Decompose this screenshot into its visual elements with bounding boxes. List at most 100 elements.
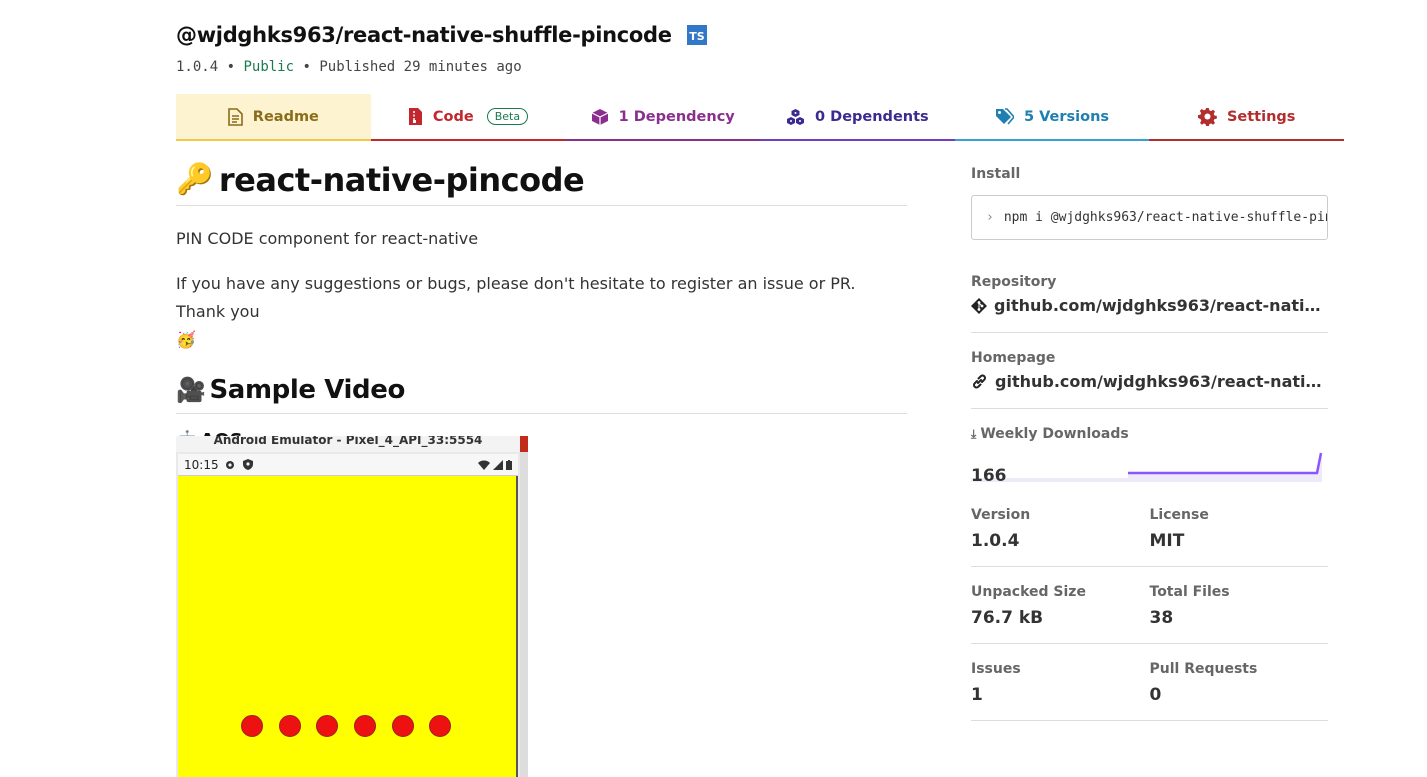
emulator-side-strip: [520, 452, 528, 777]
homepage-link[interactable]: github.com/wjdghks963/react-native-pinco…: [971, 372, 1328, 391]
readme-icon: [227, 107, 243, 126]
gear-icon: [1197, 107, 1217, 126]
link-icon: [973, 374, 986, 389]
readme-title: 🔑 react-native-pincode: [176, 156, 907, 206]
version-value: 1.0.4: [971, 531, 1020, 551]
unpacked-size-label: Unpacked Size: [971, 584, 1086, 600]
shield-icon: [242, 459, 253, 470]
homepage-url: github.com/wjdghks963/react-native-pinco…: [995, 372, 1328, 391]
license-value: MIT: [1149, 531, 1185, 551]
status-right-icons: [478, 459, 512, 470]
meta-separator: •: [302, 59, 311, 75]
issues-label: Issues: [971, 661, 1021, 677]
pin-dot: [429, 715, 451, 737]
tab-readme[interactable]: Readme: [176, 94, 371, 141]
boxes-icon: [787, 108, 805, 125]
tab-dependents[interactable]: 0 Dependents: [760, 94, 955, 141]
total-files-cell: Total Files 38: [1150, 584, 1329, 628]
emulator-close-strip: [520, 436, 528, 452]
tab-label: Settings: [1226, 108, 1296, 125]
emulator-status-bar: 10:15: [178, 454, 518, 476]
install-command: npm i @wjdghks963/react-native-shuffle-p…: [1003, 210, 1328, 225]
package-version: 1.0.4: [176, 59, 219, 75]
typescript-badge-icon: TS: [686, 25, 707, 45]
repository-url: github.com/wjdghks963/react-native-pinco…: [994, 296, 1328, 315]
pin-dot: [392, 715, 414, 737]
package-meta: 1.0.4 • Public • Published 29 minutes ag…: [176, 59, 1344, 75]
pull-requests-cell: Pull Requests 0: [1150, 661, 1329, 705]
tab-label: 1 Dependency: [618, 108, 735, 125]
tab-dependencies[interactable]: 1 Dependency: [565, 94, 761, 141]
package-header: @wjdghks963/react-native-shuffle-pincode…: [176, 18, 1344, 75]
tab-label: Code: [432, 108, 474, 125]
size-files-row: Unpacked Size 76.7 kB Total Files 38: [971, 567, 1328, 644]
downloads-chart-row: 166: [971, 442, 1328, 492]
license-label: License: [1149, 507, 1209, 523]
settings-gear-icon: [225, 460, 234, 469]
code-file-icon: [408, 108, 422, 125]
git-icon: [971, 297, 987, 314]
prompt-chevron-icon: ›: [986, 210, 994, 225]
tab-code[interactable]: Code Beta: [370, 94, 566, 141]
license-cell: License MIT: [1150, 507, 1329, 551]
unpacked-size-cell: Unpacked Size 76.7 kB: [971, 584, 1150, 628]
tab-versions[interactable]: 5 Versions: [954, 94, 1150, 141]
total-files-label: Total Files: [1149, 584, 1230, 600]
install-label: Install: [971, 166, 1021, 182]
key-icon: 🔑: [176, 162, 213, 197]
readme-help-text: If you have any suggestions or bugs, ple…: [176, 270, 907, 354]
emulator-title-bar: Android Emulator - Pixel_4_API_33:5554: [176, 436, 520, 452]
install-command-box[interactable]: › npm i @wjdghks963/react-native-shuffle…: [971, 195, 1328, 240]
repository-link[interactable]: github.com/wjdghks963/react-native-pinco…: [971, 296, 1328, 315]
pull-requests-value[interactable]: 0: [1150, 685, 1329, 705]
weekly-downloads-label-text: Weekly Downloads: [980, 426, 1129, 442]
repository-section: Repository github.com/wjdghks963/react-n…: [971, 274, 1328, 333]
video-camera-icon: 🎥: [176, 375, 206, 404]
downloads-sparkline: [971, 452, 1323, 482]
tags-icon: [995, 108, 1014, 125]
sample-video-heading-text: Sample Video: [209, 374, 405, 405]
pin-dot: [316, 715, 338, 737]
meta-separator: •: [226, 59, 236, 75]
status-time: 10:15: [184, 457, 219, 472]
issues-value[interactable]: 1: [971, 685, 1150, 705]
help-text: If you have any suggestions or bugs, ple…: [176, 274, 856, 321]
downloads-section: ⤓ Weekly Downloads 166: [971, 409, 1328, 492]
install-section: Install › npm i @wjdghks963/react-native…: [971, 166, 1328, 240]
weekly-downloads-value: 166: [971, 466, 1007, 486]
tab-label: 5 Versions: [1023, 108, 1110, 125]
signal-icon: [493, 459, 503, 470]
version-license-row: Version 1.0.4 License MIT: [971, 507, 1328, 567]
emulator-screen: [178, 476, 518, 777]
homepage-section: Homepage github.com/wjdghks963/react-nat…: [971, 333, 1328, 409]
pin-dot: [354, 715, 376, 737]
issues-cell: Issues 1: [971, 661, 1150, 705]
tab-settings[interactable]: Settings: [1149, 94, 1345, 141]
version-label: Version: [971, 507, 1031, 523]
package-title: @wjdghks963/react-native-shuffle-pincode: [176, 23, 672, 47]
party-face-icon: 🥳: [176, 330, 196, 349]
download-icon: ⤓: [971, 427, 977, 441]
package-title-row: @wjdghks963/react-native-shuffle-pincode…: [176, 18, 1344, 52]
emulator-screenshot: Android Emulator - Pixel_4_API_33:5554 1…: [176, 436, 528, 777]
readme-title-text: react-native-pincode: [218, 160, 585, 199]
beta-badge: Beta: [486, 108, 529, 125]
pin-dot: [241, 715, 263, 737]
readme-description: PIN CODE component for react-native: [176, 229, 479, 248]
issues-prs-row: Issues 1 Pull Requests 0: [971, 644, 1328, 721]
package-visibility: Public: [243, 59, 295, 75]
weekly-downloads-label: ⤓ Weekly Downloads: [971, 426, 1328, 442]
repository-label: Repository: [971, 274, 1057, 290]
package-tabs: Readme Code Beta 1 Dependency 0 Dependen…: [176, 94, 1345, 141]
pin-dot: [279, 715, 301, 737]
tab-label: Readme: [252, 108, 319, 125]
unpacked-size-value: 76.7 kB: [971, 608, 1044, 628]
tab-label: 0 Dependents: [815, 108, 929, 125]
total-files-value: 38: [1149, 608, 1174, 628]
package-sidebar: Install › npm i @wjdghks963/react-native…: [971, 166, 1328, 721]
box-icon: [591, 108, 608, 125]
pull-requests-label: Pull Requests: [1149, 661, 1258, 677]
version-cell: Version 1.0.4: [971, 507, 1150, 551]
homepage-label: Homepage: [971, 350, 1056, 366]
readme-content: 🔑 react-native-pincode PIN CODE componen…: [176, 156, 907, 451]
